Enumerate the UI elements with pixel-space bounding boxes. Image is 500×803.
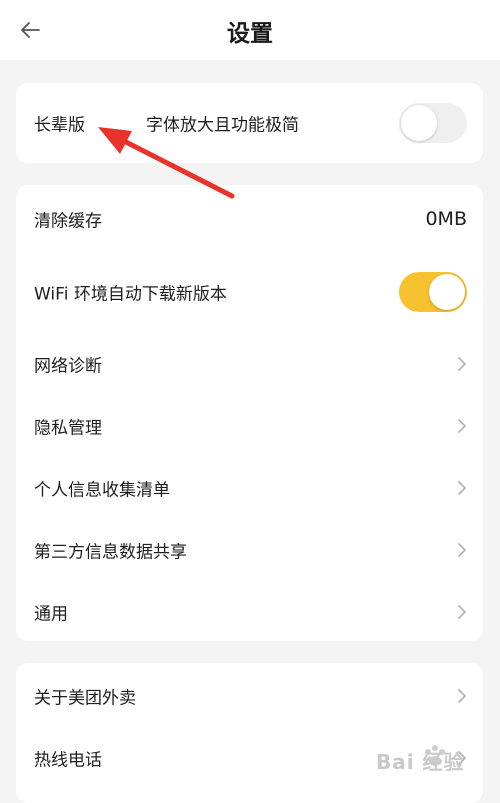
elder-mode-toggle[interactable] (399, 103, 467, 143)
privacy-management-label: 隐私管理 (34, 418, 102, 439)
personal-info-list-label: 个人信息收集清单 (34, 480, 170, 501)
chevron-right-icon (458, 543, 466, 557)
wifi-update-row: WiFi 环境自动下载新版本 (16, 261, 483, 323)
chevron-right-icon (458, 605, 466, 619)
chevron-right-icon (458, 481, 466, 495)
privacy-management-row[interactable]: 隐私管理 (16, 395, 483, 457)
watermark-text: Bai 经验 (376, 750, 465, 774)
general-row[interactable]: 通用 (16, 581, 483, 643)
cache-size-value: 0MB (425, 208, 467, 230)
elder-mode-description: 字体放大且功能极简 (146, 115, 299, 136)
toggle-knob (401, 105, 437, 141)
elder-mode-card: 长辈版 字体放大且功能极简 (16, 83, 483, 163)
clear-cache-label: 清除缓存 (34, 211, 102, 232)
wifi-update-label: WiFi 环境自动下载新版本 (34, 284, 227, 305)
settings-card: 清除缓存 0MB WiFi 环境自动下载新版本 网络诊断 隐私管理 个人信息收集… (16, 185, 483, 641)
elder-mode-row[interactable]: 长辈版 字体放大且功能极简 (16, 92, 483, 154)
chevron-right-icon (458, 419, 466, 433)
about-row[interactable]: 关于美团外卖 (16, 665, 483, 727)
general-label: 通用 (34, 604, 68, 625)
about-label: 关于美团外卖 (34, 688, 136, 709)
top-bar: 设置 (0, 0, 500, 60)
page-title: 设置 (227, 21, 273, 47)
personal-info-list-row[interactable]: 个人信息收集清单 (16, 457, 483, 519)
clear-cache-row[interactable]: 清除缓存 0MB (16, 188, 483, 250)
network-diagnosis-label: 网络诊断 (34, 356, 102, 377)
toggle-knob (429, 274, 465, 310)
hotline-label: 热线电话 (34, 750, 102, 771)
chevron-right-icon (458, 689, 466, 703)
third-party-sharing-label: 第三方信息数据共享 (34, 542, 187, 563)
network-diagnosis-row[interactable]: 网络诊断 (16, 333, 483, 395)
chevron-right-icon (458, 357, 466, 371)
wifi-update-toggle[interactable] (399, 272, 467, 312)
baidu-watermark: Bai 经验 (368, 736, 500, 783)
third-party-sharing-row[interactable]: 第三方信息数据共享 (16, 519, 483, 581)
elder-mode-label: 长辈版 (34, 115, 85, 136)
